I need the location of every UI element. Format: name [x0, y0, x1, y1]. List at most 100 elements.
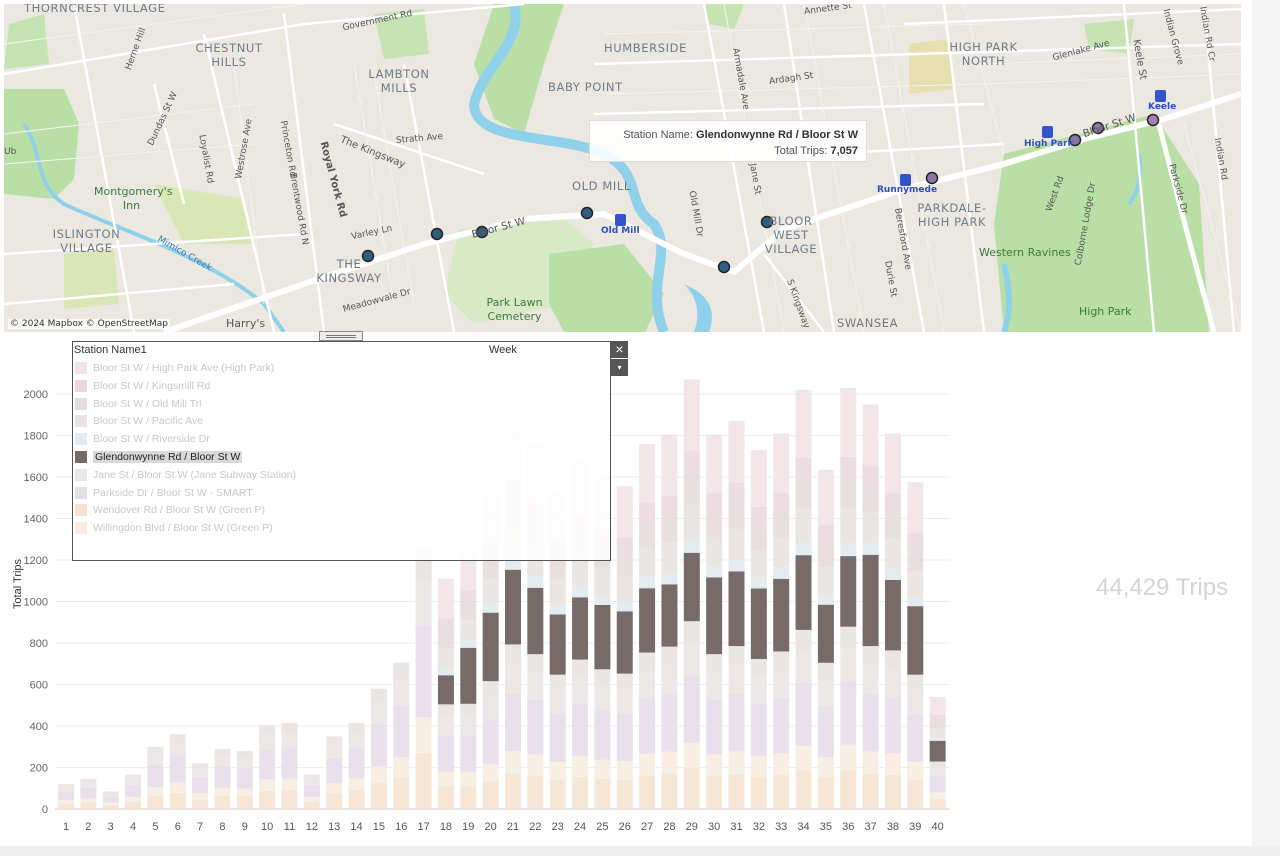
bar-segment: [326, 757, 343, 784]
bar-segment: [348, 748, 365, 779]
bar-highlight: [840, 556, 857, 627]
bar-segment: [862, 466, 879, 486]
bar-segment: [795, 389, 812, 458]
bar-segment: [58, 784, 74, 788]
legend-item-label: Glendonwynne Rd / Bloor St W: [93, 451, 243, 463]
bar-segment: [125, 796, 142, 802]
bar-segment: [929, 728, 946, 738]
bar-segment: [907, 761, 924, 781]
bar-segment: [884, 568, 901, 580]
bottom-margin: [0, 846, 1280, 856]
bar-segment: [706, 434, 723, 494]
bar-segment: [840, 769, 857, 809]
bar-segment: [929, 798, 946, 809]
bar-segment: [80, 782, 97, 788]
legend-item[interactable]: Bloor St W / Kingsmill Rd: [75, 379, 210, 393]
bar-segment: [58, 787, 74, 792]
x-tick-label: 40: [932, 821, 944, 833]
bar-segment: [795, 629, 812, 651]
bar-segment: [370, 688, 387, 703]
bar-segment: [259, 790, 276, 809]
bar-segment: [750, 506, 767, 525]
bar-segment: [884, 650, 901, 670]
legend-swatch: [75, 504, 87, 517]
bar-segment: [348, 722, 365, 734]
legend-item[interactable]: Willingdon Blvd / Bloor St W (Green P): [75, 521, 273, 535]
legend-item-label: Bloor St W / Riverside Dr: [93, 433, 210, 446]
map-attribution[interactable]: © 2024 Mapbox © OpenStreetMap: [8, 319, 170, 329]
bar-segment: [884, 669, 901, 698]
bar-segment: [862, 751, 879, 774]
bar-segment: [907, 533, 924, 549]
bar-segment: [594, 669, 611, 686]
bar-segment: [773, 537, 790, 568]
legend-item[interactable]: Bloor St W / Old Mill Trl: [75, 397, 202, 411]
legend-swatch: [75, 451, 87, 463]
bar-segment: [437, 735, 454, 773]
bar-segment: [840, 508, 857, 544]
bar-segment: [572, 558, 589, 587]
bar-segment: [549, 780, 566, 809]
bar-segment: [326, 736, 343, 745]
bar-segment: [750, 549, 767, 578]
place-western-ravines: Western Ravines: [979, 246, 1071, 259]
bar-segment: [192, 776, 209, 793]
x-tick-label: 27: [641, 821, 653, 833]
bar-segment: [482, 781, 499, 809]
bar-segment: [683, 768, 700, 809]
bar-segment: [102, 802, 119, 806]
bar-segment: [527, 576, 544, 588]
legend-item[interactable]: Glendonwynne Rd / Bloor St W: [75, 450, 243, 464]
legend-item[interactable]: Wendover Rd / Bloor St W (Green P): [75, 503, 265, 517]
bar-segment: [773, 651, 790, 670]
tooltip-station-label: Station Name:: [623, 129, 693, 141]
bar-segment: [817, 705, 834, 758]
x-tick-label: 8: [219, 821, 225, 833]
bar-segment: [884, 433, 901, 494]
bar-segment: [214, 755, 231, 767]
tooltip-trips-label: Total Trips:: [774, 145, 828, 157]
x-tick-label: 38: [887, 821, 899, 833]
bar-segment: [750, 776, 767, 809]
bar-segment: [929, 761, 946, 768]
bar-segment: [773, 433, 790, 494]
bar-segment: [929, 767, 946, 776]
bar-segment: [773, 775, 790, 809]
bar-segment: [460, 640, 477, 648]
bar-segment: [236, 757, 253, 768]
x-tick-label: 22: [529, 821, 541, 833]
x-tick-label: 20: [485, 821, 497, 833]
place-thorncrest: THORNCREST VILLAGE: [24, 4, 166, 15]
bar-highlight: [616, 611, 633, 674]
bar-segment: [527, 775, 544, 809]
bar-segment: [661, 646, 678, 666]
bar-segment: [616, 486, 633, 538]
x-tick-label: 12: [306, 821, 318, 833]
x-tick-label: 39: [909, 821, 921, 833]
close-icon[interactable]: ×: [611, 341, 628, 358]
bar-segment: [706, 699, 723, 755]
chevron-down-icon[interactable]: ▾: [611, 359, 628, 376]
bar-segment: [616, 553, 633, 577]
bar-segment: [639, 652, 656, 671]
legend-item[interactable]: Bloor St W / Pacific Ave: [75, 414, 203, 428]
station-map[interactable]: THORNCREST VILLAGE CHESTNUT HILLS LAMBTO…: [4, 4, 1241, 332]
bar-segment: [527, 654, 544, 673]
bar-segment: [393, 662, 410, 680]
legend-item[interactable]: Jane St / Bloor St W (Jane Subway Statio…: [75, 468, 296, 482]
y-tick-label: 1800: [24, 431, 48, 443]
tooltip-trips-value: 7,057: [830, 145, 858, 157]
bar-segment: [102, 805, 119, 809]
y-tick-label: 1600: [24, 472, 48, 484]
bar-segment: [639, 670, 656, 699]
bar-segment: [370, 724, 387, 767]
x-tick-label: 15: [373, 821, 385, 833]
bar-segment: [415, 625, 432, 718]
x-tick-label: 25: [596, 821, 608, 833]
bar-segment: [259, 749, 276, 780]
legend-item[interactable]: Parkside Dr / Bloor St W - SMART: [75, 486, 253, 500]
legend-item[interactable]: Bloor St W / High Park Ave (High Park): [75, 361, 274, 375]
bar-segment: [214, 787, 231, 797]
legend-item[interactable]: Bloor St W / Riverside Dr: [75, 432, 210, 446]
bar-segment: [505, 773, 521, 809]
